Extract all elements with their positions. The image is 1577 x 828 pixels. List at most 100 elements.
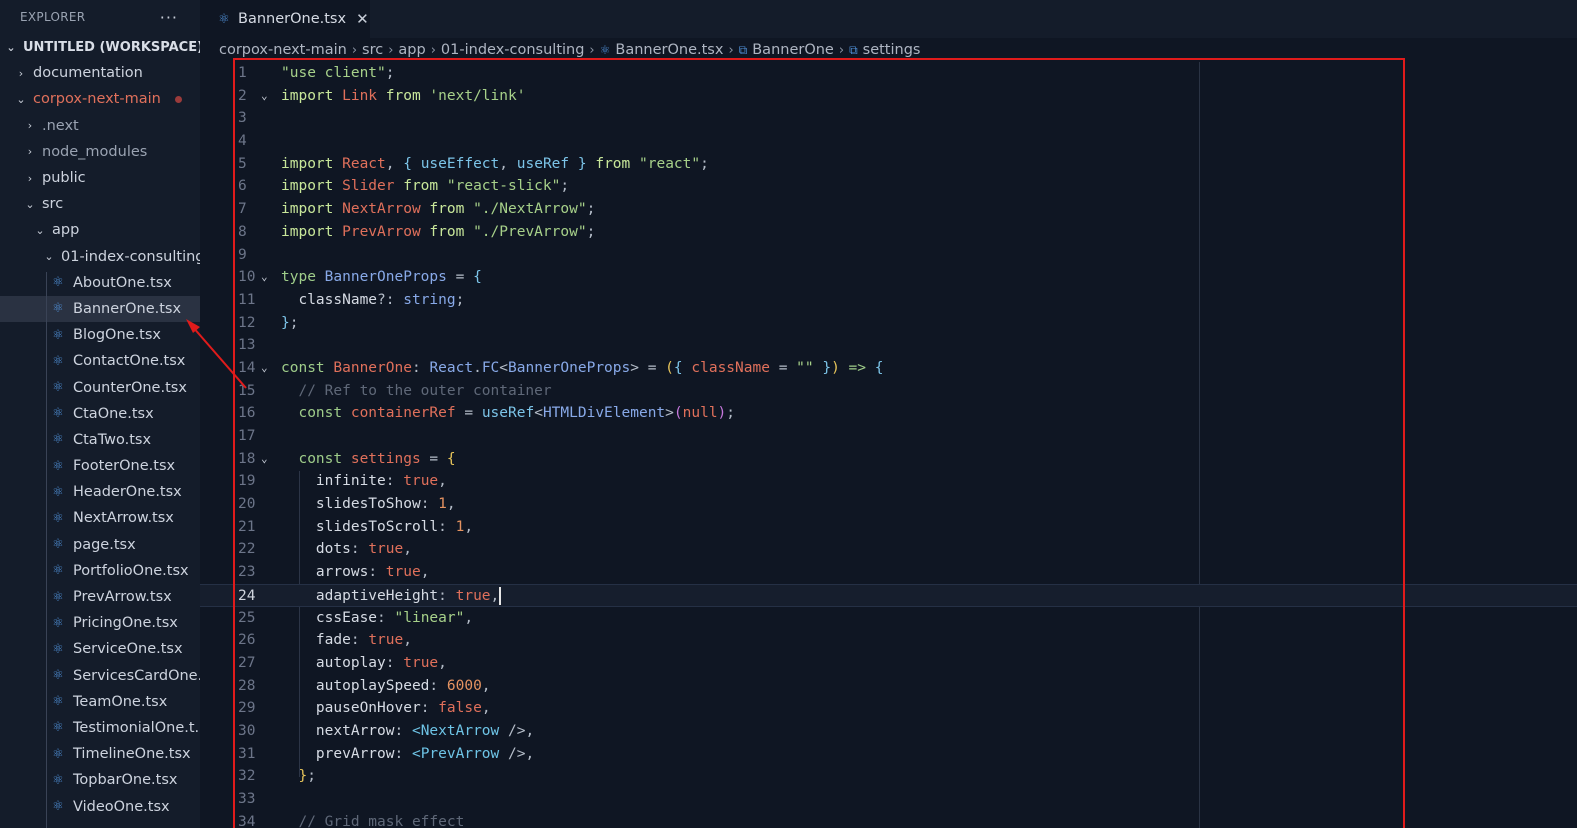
breadcrumb-file[interactable]: BannerOne.tsx: [615, 42, 723, 58]
code-line[interactable]: 14 ⌄ const BannerOne: React.FC<BannerOnePr…: [200, 357, 1577, 380]
code-line[interactable]: 28 autoplaySpeed: 6000,: [200, 675, 1577, 698]
tree-file-videoone-tsx[interactable]: ⚛ VideoOne.tsx: [0, 793, 200, 819]
line-number: 19: [238, 473, 256, 490]
code-line[interactable]: 32 };: [200, 765, 1577, 788]
tree-folder-app[interactable]: ⌄ app: [0, 217, 200, 243]
tree-file-page-tsx[interactable]: ⚛ page.tsx: [0, 532, 200, 558]
tree-folder-01-index-consulting[interactable]: ⌄ 01-index-consulting: [0, 244, 200, 270]
code-line[interactable]: 34 // Grid mask effect: [200, 811, 1577, 828]
breadcrumb-item-corpox-next-main[interactable]: corpox-next-main: [219, 42, 347, 58]
code-token: "use client": [281, 65, 386, 81]
breadcrumb-item-01-index-consulting[interactable]: 01-index-consulting: [441, 42, 585, 58]
tree-file-servicescardone[interactable]: ⚛ ServicesCardOne...: [0, 663, 200, 689]
code-line[interactable]: 4: [200, 130, 1577, 153]
code-token: 1: [438, 496, 447, 513]
code-line[interactable]: 1 "use client";: [200, 62, 1577, 85]
code-token: {: [473, 269, 482, 286]
tree-file-footerone-tsx[interactable]: ⚛ FooterOne.tsx: [0, 453, 200, 479]
code-line[interactable]: 8 import PrevArrow from "./PrevArrow";: [200, 221, 1577, 244]
fold-chevron-icon[interactable]: ⌄: [261, 85, 268, 108]
code-line[interactable]: 33: [200, 788, 1577, 811]
breadcrumb-symbol-settings[interactable]: settings: [863, 42, 921, 58]
breadcrumb-item-src[interactable]: src: [362, 42, 383, 58]
react-file-icon: ⚛: [52, 537, 64, 553]
tree-file-ctatwo-tsx[interactable]: ⚛ CtaTwo.tsx: [0, 427, 200, 453]
code-line[interactable]: 12};: [200, 312, 1577, 335]
tree-folder-documentation[interactable]: › documentation: [0, 60, 200, 86]
code-line[interactable]: 3: [200, 107, 1577, 130]
tree-file-prevarrow-tsx[interactable]: ⚛ PrevArrow.tsx: [0, 584, 200, 610]
code-line[interactable]: 7 import NextArrow from "./NextArrow";: [200, 198, 1577, 221]
code-editor[interactable]: 1 "use client"; 2 ⌄ import Link from 'next/l…: [200, 62, 1577, 828]
code-line[interactable]: 19 infinite: true,: [200, 470, 1577, 493]
tree-file-timelineone-tsx[interactable]: ⚛ TimelineOne.tsx: [0, 741, 200, 767]
code-text: const containerRef = useRef<HTMLDivEleme…: [281, 402, 735, 425]
code-line[interactable]: 29 pauseOnHover: false,: [200, 697, 1577, 720]
code-line[interactable]: 30 nextArrow: <NextArrow />,: [200, 720, 1577, 743]
code-line[interactable]: 23 arrows: true,: [200, 561, 1577, 584]
code-line[interactable]: 31 prevArrow: <PrevArrow />,: [200, 743, 1577, 766]
code-line[interactable]: 16 const containerRef = useRef<HTMLDivEl…: [200, 402, 1577, 425]
code-line[interactable]: 15 // Ref to the outer container: [200, 380, 1577, 403]
code-line[interactable]: 17: [200, 425, 1577, 448]
code-line[interactable]: 24 adaptiveHeight: true,: [200, 583, 1577, 607]
tree-file-ctaone-tsx[interactable]: ⚛ CtaOne.tsx: [0, 401, 200, 427]
code-line[interactable]: 13: [200, 334, 1577, 357]
fold-chevron-icon[interactable]: ⌄: [261, 266, 268, 289]
text-cursor: [499, 586, 502, 605]
modified-dot-icon: [174, 95, 182, 103]
tree-file-headerone-tsx[interactable]: ⚛ HeaderOne.tsx: [0, 479, 200, 505]
code-line[interactable]: 9: [200, 244, 1577, 267]
tree-file-topbarone-tsx[interactable]: ⚛ TopbarOne.tsx: [0, 767, 200, 793]
tree-file-pricingone-tsx[interactable]: ⚛ PricingOne.tsx: [0, 610, 200, 636]
code-token: ,: [525, 745, 535, 762]
code-token: slidesToShow: [281, 496, 421, 513]
editor-area: ⚛ BannerOne.tsx ✕ corpox-next-main › src › a…: [200, 0, 1577, 828]
code-line[interactable]: 5 import React, { useEffect, useRef } fro…: [200, 153, 1577, 176]
tree-file-counterone-tsx[interactable]: ⚛ CounterOne.tsx: [0, 374, 200, 400]
code-line[interactable]: 2 ⌄ import Link from 'next/link': [200, 85, 1577, 108]
react-file-icon: ⚛: [52, 406, 64, 422]
tab-banner-one[interactable]: ⚛ BannerOne.tsx ✕: [200, 0, 370, 38]
fold-chevron-icon[interactable]: ⌄: [261, 448, 268, 471]
code-line[interactable]: 11 className?: string;: [200, 289, 1577, 312]
tree-folder-src[interactable]: ⌄ src: [0, 191, 200, 217]
close-icon[interactable]: ✕: [356, 10, 369, 28]
tree-file-nextarrow-tsx[interactable]: ⚛ NextArrow.tsx: [0, 505, 200, 531]
tree-item-label: .next: [42, 117, 79, 134]
code-token: import: [281, 155, 343, 172]
breadcrumb-item-app[interactable]: app: [398, 42, 425, 58]
code-line[interactable]: 25 cssEase: "linear",: [200, 607, 1577, 630]
chevron-right-icon: ›: [388, 42, 394, 58]
code-line[interactable]: 10 ⌄ type BannerOneProps = {: [200, 266, 1577, 289]
code-token: FC: [481, 359, 500, 376]
tree-file-aboutone-tsx[interactable]: ⚛ AboutOne.tsx: [0, 270, 200, 296]
tree-file-blogone-tsx[interactable]: ⚛ BlogOne.tsx: [0, 322, 200, 348]
code-text: const settings = {: [281, 448, 455, 471]
code-line[interactable]: 6 import Slider from "react-slick";: [200, 175, 1577, 198]
code-line[interactable]: 27 autoplay: true,: [200, 652, 1577, 675]
tree-file-bannerone-tsx[interactable]: ⚛ BannerOne.tsx: [0, 295, 200, 323]
workspace-root[interactable]: ⌄ UNTITLED (WORKSPACE): [0, 34, 200, 60]
tree-file-portfolioone-tsx[interactable]: ⚛ PortfolioOne.tsx: [0, 558, 200, 584]
tree-folder-corpox-next-main[interactable]: ⌄ corpox-next-main: [0, 86, 200, 112]
vscode-window: EXPLORER ··· ⌄ UNTITLED (WORKSPACE) › doc…: [0, 0, 1577, 828]
tree-folder-node-modules[interactable]: › node_modules: [0, 139, 200, 165]
tree-file-contactone-tsx[interactable]: ⚛ ContactOne.tsx: [0, 348, 200, 374]
tree-file-serviceone-tsx[interactable]: ⚛ ServiceOne.tsx: [0, 636, 200, 662]
code-line[interactable]: 20 slidesToShow: 1,: [200, 493, 1577, 516]
fold-chevron-icon[interactable]: ⌄: [261, 357, 268, 380]
code-line[interactable]: 21 slidesToScroll: 1,: [200, 516, 1577, 539]
code-token: from: [595, 155, 639, 172]
tree-folder-next[interactable]: › .next: [0, 113, 200, 139]
tree-item-label: BlogOne.tsx: [73, 327, 162, 344]
breadcrumb-symbol-bannerone[interactable]: BannerOne: [752, 42, 834, 58]
tree-folder-public[interactable]: › public: [0, 165, 200, 191]
code-line[interactable]: 18 ⌄ const settings = {: [200, 448, 1577, 471]
tree-file-testimonialone-t[interactable]: ⚛ TestimonialOne.t...: [0, 715, 200, 741]
more-actions-icon[interactable]: ···: [160, 8, 178, 27]
tree-item-label: TeamOne.tsx: [73, 693, 168, 710]
code-line[interactable]: 26 fade: true,: [200, 629, 1577, 652]
tree-file-teamone-tsx[interactable]: ⚛ TeamOne.tsx: [0, 689, 200, 715]
code-line[interactable]: 22 dots: true,: [200, 538, 1577, 561]
